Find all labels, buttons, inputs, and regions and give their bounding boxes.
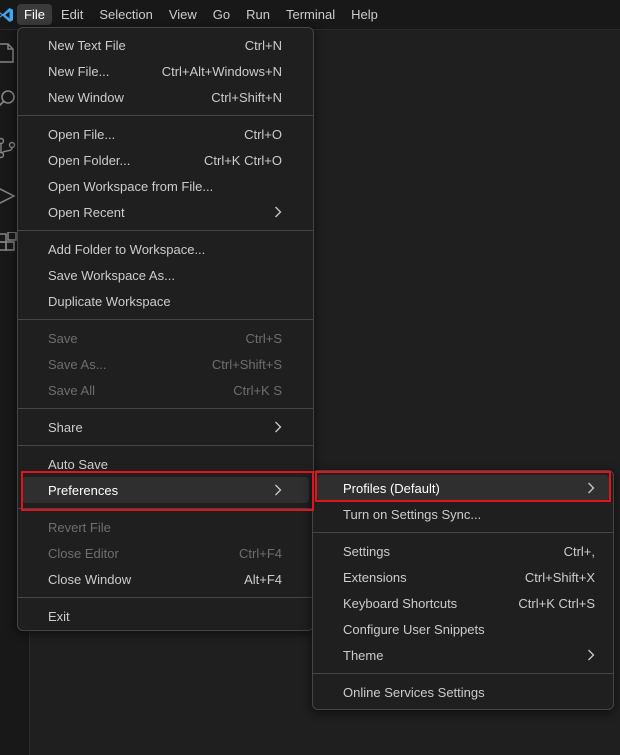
preferences-submenu: Profiles (Default) Turn on Settings Sync.…: [312, 470, 614, 710]
menu-edit[interactable]: Edit: [54, 4, 90, 25]
menu-item-label: Theme: [343, 647, 384, 663]
chevron-right-icon: [585, 649, 595, 661]
menu-item-label: Save: [48, 330, 78, 346]
menu-item-label: Auto Save: [48, 456, 108, 472]
vscode-logo-icon[interactable]: [0, 0, 16, 30]
menu-item-shortcut: Ctrl+Shift+X: [524, 569, 595, 585]
menu-item-keyboard-shortcuts[interactable]: Keyboard Shortcuts Ctrl+K Ctrl+S: [317, 590, 609, 616]
menu-item-label: Exit: [48, 608, 70, 624]
menu-item-shortcut: Alt+F4: [244, 571, 282, 587]
menu-item-label: Open Folder...: [48, 152, 131, 168]
chevron-right-icon: [585, 482, 595, 494]
menu-item-profiles-default[interactable]: Profiles (Default): [317, 475, 609, 501]
menu-item-settings[interactable]: Settings Ctrl+,: [317, 538, 609, 564]
menu-item-label: Turn on Settings Sync...: [343, 506, 482, 522]
menu-item-close-editor: Close Editor Ctrl+F4: [22, 540, 309, 566]
menu-item-new-text-file[interactable]: New Text File Ctrl+N: [22, 32, 309, 58]
menu-item-close-window[interactable]: Close Window Alt+F4: [22, 566, 309, 592]
menu-file[interactable]: File: [17, 4, 52, 25]
menu-item-save-workspace-as[interactable]: Save Workspace As...: [22, 262, 309, 288]
menu-item-label: Close Editor: [48, 545, 119, 561]
menu-item-shortcut: Ctrl+K Ctrl+S: [518, 595, 595, 611]
menu-run[interactable]: Run: [239, 4, 277, 25]
menu-item-share[interactable]: Share: [22, 414, 309, 440]
menu-item-save: Save Ctrl+S: [22, 325, 309, 351]
menu-separator: [18, 597, 313, 598]
menu-item-label: Preferences: [48, 482, 119, 498]
menu-item-revert-file: Revert File: [22, 514, 309, 540]
menu-item-configure-user-snippets[interactable]: Configure User Snippets: [317, 616, 609, 642]
menu-item-label: New Text File: [48, 37, 126, 53]
menu-separator: [18, 319, 313, 320]
menu-item-exit[interactable]: Exit: [22, 603, 309, 629]
menu-terminal[interactable]: Terminal: [279, 4, 342, 25]
menu-go[interactable]: Go: [206, 4, 237, 25]
menu-item-label: Add Folder to Workspace...: [48, 241, 206, 257]
menu-view[interactable]: View: [162, 4, 204, 25]
menu-help[interactable]: Help: [344, 4, 385, 25]
menu-item-shortcut: Ctrl+Shift+S: [211, 356, 282, 372]
chevron-right-icon: [272, 421, 282, 433]
menu-item-open-workspace-from-file[interactable]: Open Workspace from File...: [22, 173, 309, 199]
menu-item-duplicate-workspace[interactable]: Duplicate Workspace: [22, 288, 309, 314]
menu-selection[interactable]: Selection: [92, 4, 159, 25]
menu-item-label: Open Workspace from File...: [48, 178, 214, 194]
menu-item-theme[interactable]: Theme: [317, 642, 609, 668]
menu-item-add-folder-to-workspace[interactable]: Add Folder to Workspace...: [22, 236, 309, 262]
menu-item-label: Save As...: [48, 356, 107, 372]
menu-item-label: New Window: [48, 89, 124, 105]
menu-item-label: Open Recent: [48, 204, 125, 220]
chevron-right-icon: [272, 484, 282, 496]
menu-item-label: Duplicate Workspace: [48, 293, 171, 309]
menu-item-shortcut: Ctrl+S: [245, 330, 282, 346]
menu-item-shortcut: Ctrl+,: [563, 543, 595, 559]
menu-item-shortcut: Ctrl+Shift+N: [211, 89, 282, 105]
menu-separator: [313, 673, 613, 674]
menu-item-label: Profiles (Default): [343, 480, 440, 496]
menu-bar: File Edit Selection View Go Run Terminal…: [0, 0, 620, 30]
menu-item-turn-on-settings-sync[interactable]: Turn on Settings Sync...: [317, 501, 609, 527]
menu-separator: [313, 532, 613, 533]
menu-item-label: Open File...: [48, 126, 116, 142]
menu-item-open-recent[interactable]: Open Recent: [22, 199, 309, 225]
menu-item-shortcut: Ctrl+N: [244, 37, 282, 53]
menu-item-label: Revert File: [48, 519, 111, 535]
menu-item-shortcut: Ctrl+Alt+Windows+N: [161, 63, 282, 79]
menu-item-label: Extensions: [343, 569, 407, 585]
menu-item-label: Settings: [343, 543, 390, 559]
menu-item-preferences[interactable]: Preferences: [22, 477, 309, 503]
menu-item-shortcut: Ctrl+O: [244, 126, 282, 142]
menu-item-shortcut: Ctrl+K S: [233, 382, 282, 398]
menu-separator: [18, 230, 313, 231]
chevron-right-icon: [272, 206, 282, 218]
menu-item-new-file[interactable]: New File... Ctrl+Alt+Windows+N: [22, 58, 309, 84]
menu-item-save-all: Save All Ctrl+K S: [22, 377, 309, 403]
menu-item-shortcut: Ctrl+F4: [239, 545, 282, 561]
menu-item-shortcut: Ctrl+K Ctrl+O: [203, 152, 282, 168]
menu-item-online-services-settings[interactable]: Online Services Settings: [317, 679, 609, 705]
menu-separator: [18, 508, 313, 509]
file-menu: New Text File Ctrl+N New File... Ctrl+Alt+W…: [17, 27, 314, 631]
menu-item-label: Share: [48, 419, 83, 435]
menu-item-label: Keyboard Shortcuts: [343, 595, 458, 611]
menu-item-label: New File...: [48, 63, 110, 79]
menu-item-label: Configure User Snippets: [343, 621, 485, 637]
menu-separator: [18, 408, 313, 409]
menu-item-label: Save Workspace As...: [48, 267, 175, 283]
menu-item-label: Save All: [48, 382, 95, 398]
menu-separator: [18, 115, 313, 116]
menu-item-label: Online Services Settings: [343, 684, 485, 700]
menu-item-open-file[interactable]: Open File... Ctrl+O: [22, 121, 309, 147]
menu-separator: [18, 445, 313, 446]
menu-item-label: Close Window: [48, 571, 132, 587]
menu-item-new-window[interactable]: New Window Ctrl+Shift+N: [22, 84, 309, 110]
menu-item-open-folder[interactable]: Open Folder... Ctrl+K Ctrl+O: [22, 147, 309, 173]
menu-item-auto-save[interactable]: Auto Save: [22, 451, 309, 477]
menu-item-extensions[interactable]: Extensions Ctrl+Shift+X: [317, 564, 609, 590]
menu-item-save-as: Save As... Ctrl+Shift+S: [22, 351, 309, 377]
